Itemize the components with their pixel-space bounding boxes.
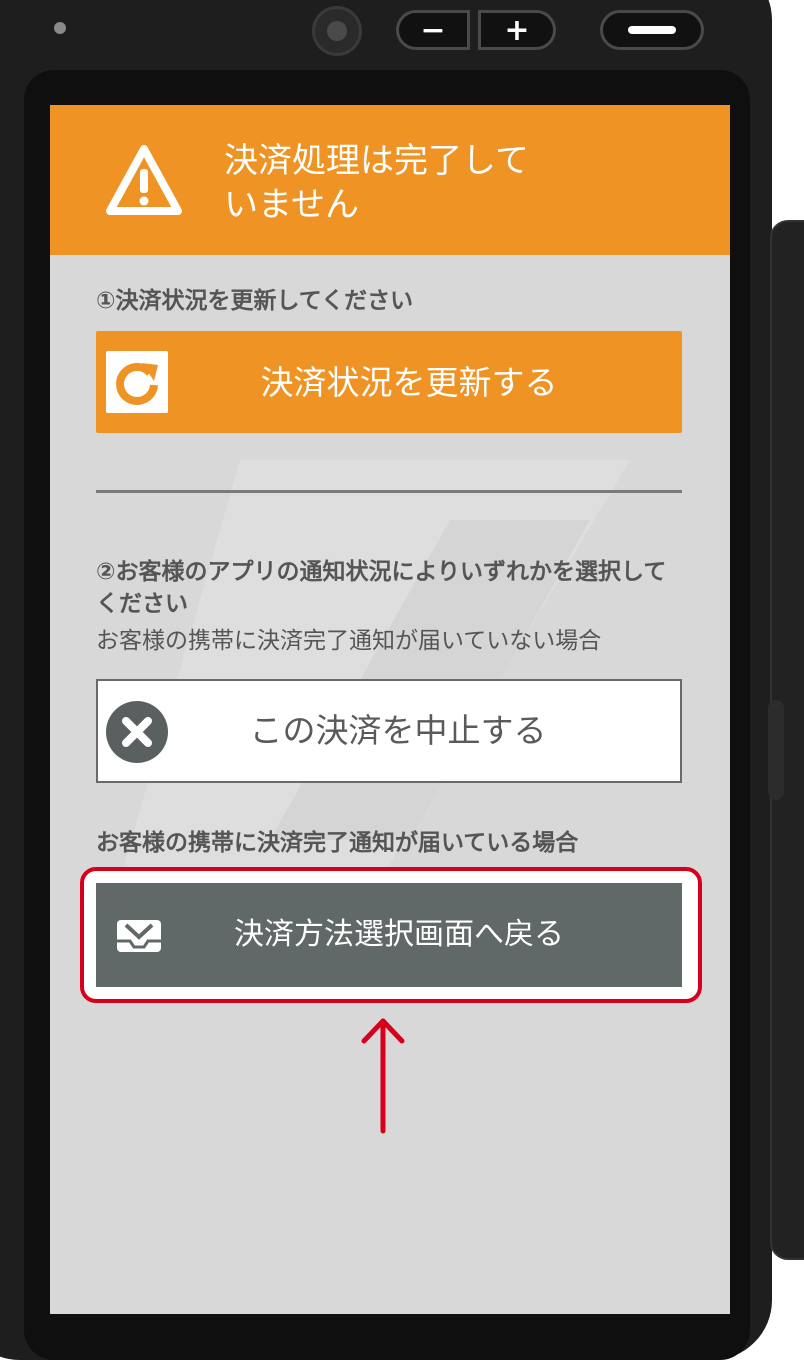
back-to-payment-method-button[interactable]: 決済方法選択画面へ戻る bbox=[96, 883, 682, 987]
divider bbox=[96, 490, 682, 493]
arrow-up-icon bbox=[361, 1018, 405, 1134]
back-to-payment-method-label: 決済方法選択画面へ戻る bbox=[234, 917, 564, 952]
cancel-payment-label: この決済を中止する bbox=[249, 711, 547, 750]
power-button[interactable] bbox=[600, 10, 704, 50]
sensor-dot bbox=[54, 22, 66, 34]
refresh-status-label: 決済状況を更新する bbox=[260, 363, 558, 402]
warning-icon bbox=[106, 145, 182, 215]
case-received-text: お客様の携帯に決済完了通知が届いている場合 bbox=[96, 830, 579, 856]
watermark-logo-icon bbox=[120, 460, 630, 880]
page-title: 決済処理は完了して いません bbox=[224, 141, 529, 225]
refresh-status-button[interactable]: 決済状況を更新する bbox=[96, 331, 682, 433]
step1-label: ①決済状況を更新してください bbox=[96, 288, 414, 314]
volume-up-button[interactable]: + bbox=[478, 10, 556, 50]
case-not-received-text: お客様の携帯に決済完了通知が届いていない場合 bbox=[96, 628, 602, 654]
alert-header: 決済処理は完了して いません bbox=[50, 105, 730, 255]
step2-label: ②お客様のアプリの通知状況によりいずれかを選択してください bbox=[96, 559, 667, 617]
cancel-payment-button[interactable]: この決済を中止する bbox=[96, 679, 682, 783]
device-side-knob bbox=[768, 700, 784, 800]
screen: 決済処理は完了して いません ①決済状況を更新してください 決済状況を更新する … bbox=[50, 105, 730, 1314]
camera-lens bbox=[312, 6, 362, 56]
volume-down-button[interactable]: − bbox=[396, 10, 470, 50]
